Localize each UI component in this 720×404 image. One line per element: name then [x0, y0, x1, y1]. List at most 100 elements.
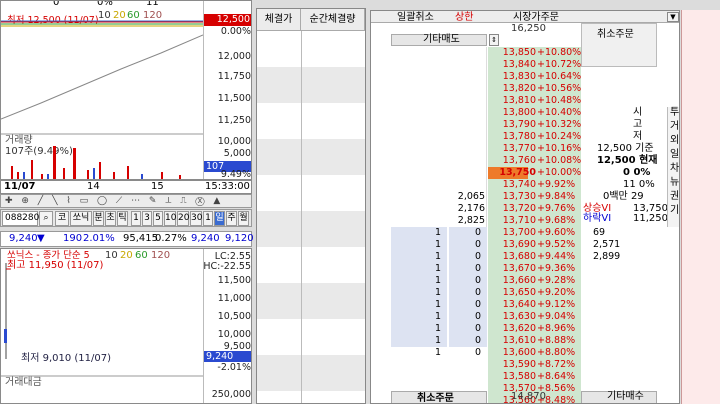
chart2-tick-10500: 10,500 — [217, 311, 251, 322]
row-price: 13,780 — [502, 131, 536, 142]
btn-minute[interactable]: 분 — [93, 211, 104, 226]
stock-code-input[interactable]: 088280 — [2, 211, 39, 226]
tool-icons[interactable]: ✚ ⊕ ╱ ╲ ⌇ ▭ ◯ ⟋ ⋯ ✎ ⟂ ⎍ Ⓧ ▲ — [5, 195, 223, 207]
row-price: 13,700 — [502, 227, 536, 238]
quote-line: 9,240 ▼ 190 2.01% 95,415 0.27% 9,240 9,1… — [0, 231, 254, 247]
side-tab-2[interactable]: 거 — [670, 121, 679, 133]
order-book-row[interactable]: 13,650 +9.20% 1 0 — [371, 287, 679, 299]
order-book-row[interactable]: 13,590 +8.72% — [371, 359, 679, 371]
order-book-row[interactable]: 13,580 +8.64% — [371, 371, 679, 383]
btn-kospi[interactable]: 코 — [55, 211, 69, 226]
bid-count-2: 0 — [474, 287, 481, 298]
chart2-tick-11500: 11,500 — [217, 275, 251, 286]
row-rate: +9.76% — [537, 203, 576, 214]
btn-10[interactable]: 10 — [164, 211, 176, 226]
btn-second[interactable]: 초 — [105, 211, 116, 226]
btn-3[interactable]: 3 — [142, 211, 152, 226]
order-book-row[interactable]: 13,680 +9.44% 2,899 1 0 — [371, 251, 679, 263]
order-book-row[interactable]: 13,670 +9.36% 1 0 — [371, 263, 679, 275]
side-tab-8[interactable]: 기 — [670, 205, 679, 217]
order-book-row[interactable]: 13,600 +8.80% 1 0 — [371, 347, 679, 359]
stock-chart-panel[interactable]: 쏘닉스 - 종가 단순 5 10 20 60 120 최고 11,950 (11… — [0, 248, 252, 404]
row-price: 13,630 — [502, 311, 536, 322]
row-rate: +8.80% — [537, 347, 576, 358]
quote-arrow: ▼ — [37, 233, 45, 244]
row-price: 13,620 — [502, 323, 536, 334]
btn-week[interactable]: 주 — [226, 211, 237, 226]
chart-time: 15:33:00 — [205, 181, 250, 192]
order-book-row[interactable]: 13,690 +9.52% 2,571 1 0 — [371, 239, 679, 251]
quote-p1: 9,240 — [191, 233, 220, 244]
bid-volume: 2,899 — [593, 251, 621, 262]
order-book-row[interactable]: 13,830 +10.64% — [371, 71, 679, 83]
bid-count-1: 1 — [434, 275, 441, 286]
order-book-row[interactable]: 13,630 +9.04% 1 0 — [371, 311, 679, 323]
order-book-row[interactable]: 13,840 +10.72% — [371, 59, 679, 71]
btn-20[interactable]: 20 — [177, 211, 189, 226]
row-price: 13,820 — [502, 83, 536, 94]
btn-tick[interactable]: 틱 — [117, 211, 128, 226]
row-price: 13,760 — [502, 155, 536, 166]
btn-month[interactable]: 월 — [238, 211, 249, 226]
ask-volume: 2,176 — [457, 203, 485, 214]
side-tab-5[interactable]: 차 — [670, 163, 679, 175]
order-book-row[interactable]: 13,610 +8.88% 1 0 — [371, 335, 679, 347]
side-tab-6[interactable]: 뉴 — [670, 177, 679, 189]
quote-vrate: 0.27% — [155, 233, 187, 244]
bid-count-1: 1 — [434, 251, 441, 262]
order-book-row[interactable]: 13,660 +9.28% 1 0 — [371, 275, 679, 287]
order-book-row[interactable]: 13,820 +10.56% — [371, 83, 679, 95]
price-chart-panel[interactable]: 0 0% 11 0 최저 12,500 (11/07) 10 20 60 120… — [0, 0, 252, 180]
cancel-all-button[interactable]: 일괄취소 — [397, 12, 434, 24]
info-amount: 0백만 29 — [603, 191, 644, 202]
side-tab-4[interactable]: 일 — [670, 149, 679, 161]
lower-price: 14,870 — [511, 391, 546, 402]
row-rate: +9.04% — [537, 311, 576, 322]
row-rate: +9.92% — [537, 179, 576, 190]
btn-30[interactable]: 30 — [190, 211, 202, 226]
btn-1[interactable]: 1 — [131, 211, 141, 226]
row-price: 13,750 — [499, 167, 536, 178]
info-pct0: 0 0% — [623, 167, 651, 178]
other-buy-label: 기타매수 — [607, 391, 644, 402]
bid-count-1: 1 — [434, 287, 441, 298]
vi-down-label: 하락VI — [583, 213, 612, 224]
row-price: 13,770 — [502, 143, 536, 154]
side-tab-3[interactable]: 외 — [670, 135, 679, 147]
row-band-3 — [257, 211, 365, 247]
order-book-row[interactable]: 13,620 +8.96% 1 0 — [371, 323, 679, 335]
row-rate: +9.20% — [537, 287, 576, 298]
side-tab-1[interactable]: 투 — [670, 107, 679, 119]
row-band-2 — [257, 139, 365, 175]
btn-day[interactable]: 일 — [214, 211, 225, 226]
tick-list-panel[interactable]: 체결가 순간체결량 — [256, 8, 366, 404]
price-line-plot — [1, 20, 203, 135]
row-price: 13,710 — [502, 215, 536, 226]
row-rate: +10.40% — [537, 107, 582, 118]
amount-tick: 250,000 — [211, 389, 251, 400]
y-tick-11500: 11,500 — [217, 93, 251, 104]
info-high-label: 고 — [633, 119, 643, 130]
search-icon[interactable]: ⌕ — [39, 211, 53, 226]
order-book[interactable]: 일괄취소 상한 시장가주문 ▼ 16,250 기타매도 ⇕ 취소주문 13,85… — [370, 10, 680, 404]
row-rate: +9.28% — [537, 275, 576, 286]
bid-count-1: 1 — [434, 335, 441, 346]
btn-5[interactable]: 5 — [153, 211, 163, 226]
order-book-row[interactable]: 13,640 +9.12% 1 0 — [371, 299, 679, 311]
btn-1b[interactable]: 1 — [203, 211, 213, 226]
quote-p2: 9,120 — [225, 233, 254, 244]
x-label-14: 14 — [87, 181, 100, 192]
order-book-row[interactable]: 13,850 +10.80% — [371, 47, 679, 59]
order-book-row[interactable]: 13,810 +10.48% — [371, 95, 679, 107]
row-rate: +9.60% — [537, 227, 576, 238]
other-sell-spinner[interactable]: ⇕ — [489, 34, 499, 46]
btn-stock-name[interactable]: 쏘닉 — [70, 211, 92, 226]
row-rate: +9.52% — [537, 239, 576, 250]
row-rate: +10.72% — [537, 59, 582, 70]
dropdown-button[interactable]: ▼ — [667, 12, 679, 22]
bid-count-2: 0 — [474, 299, 481, 310]
order-book-row[interactable]: 13,700 +9.60% 69 1 0 — [371, 227, 679, 239]
side-tab-7[interactable]: 권 — [670, 191, 679, 203]
bid-count-2: 0 — [474, 347, 481, 358]
row-band-5 — [257, 355, 365, 391]
